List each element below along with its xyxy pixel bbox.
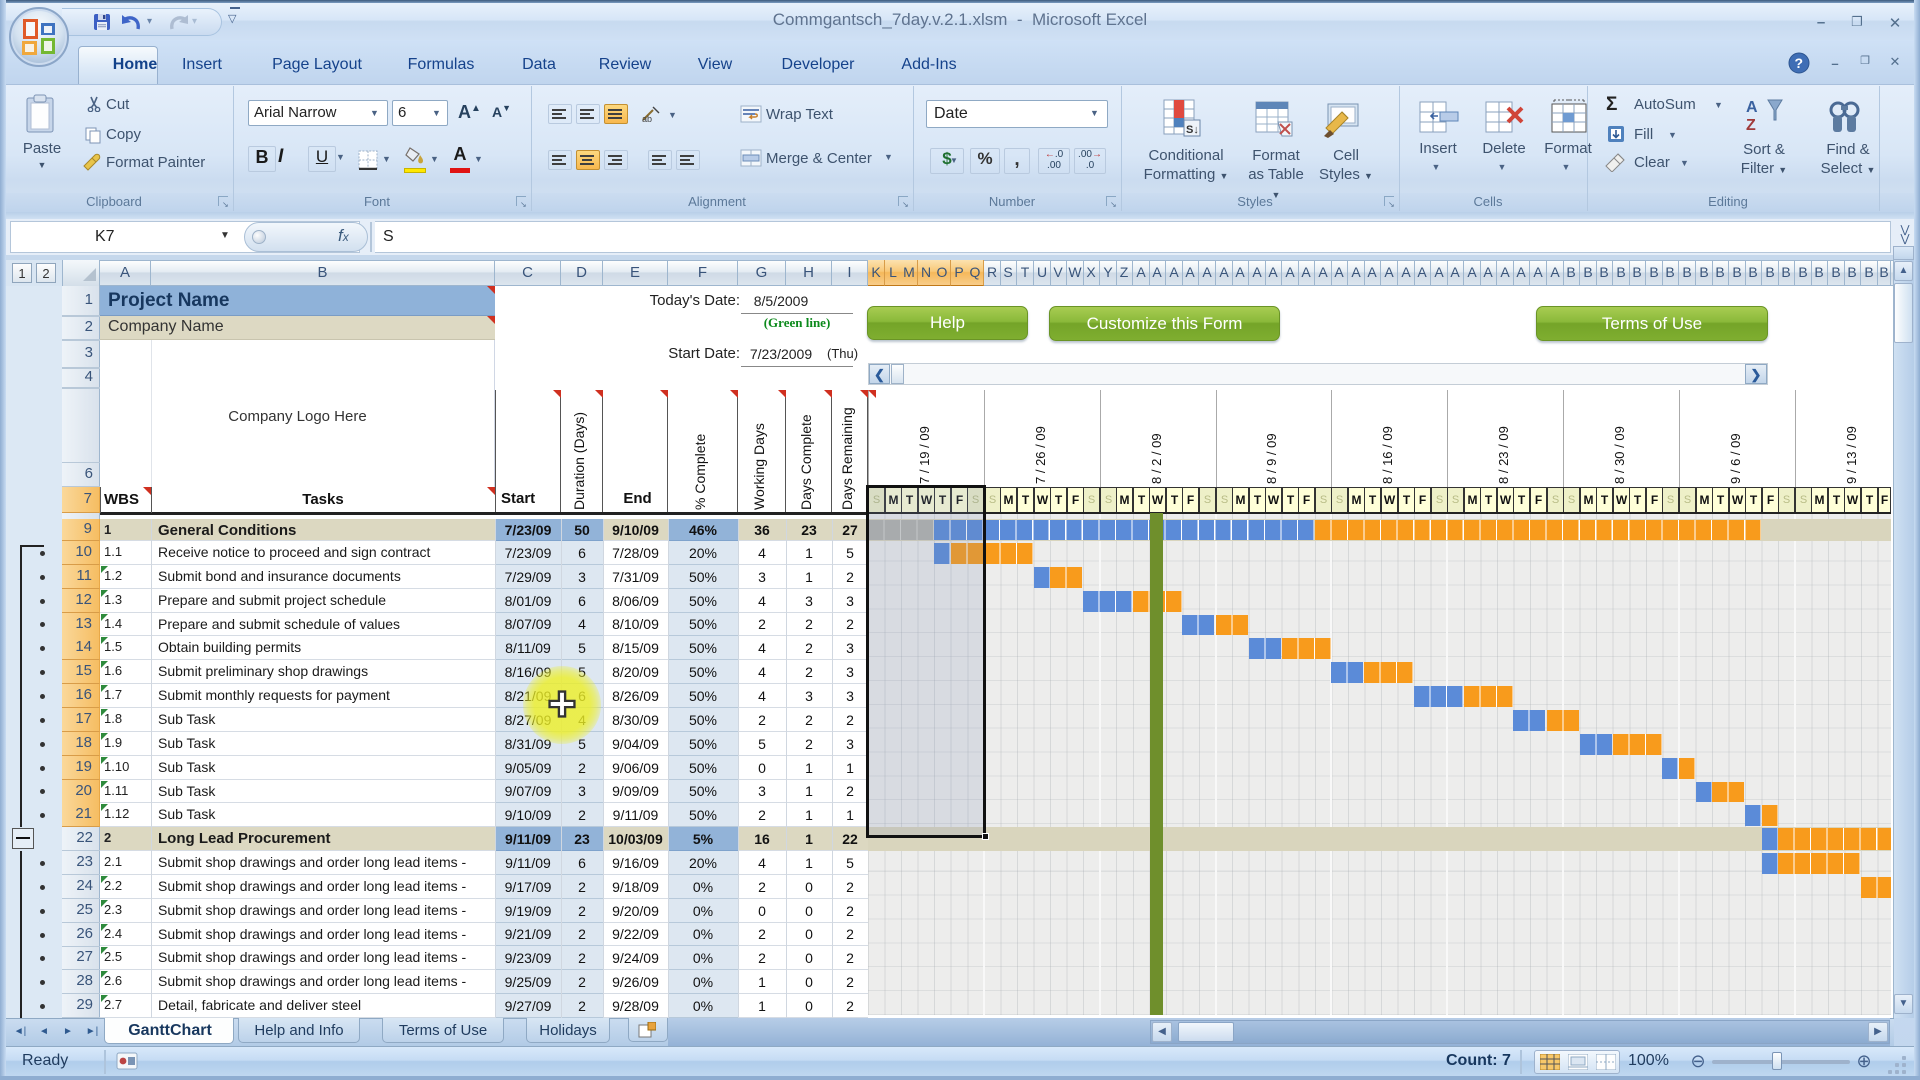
svg-text:A: A (1746, 99, 1758, 116)
svg-text:Z: Z (1746, 117, 1756, 134)
svg-text:?: ? (1795, 55, 1804, 71)
svg-text:ab: ab (642, 114, 652, 124)
svg-text:S↓: S↓ (1186, 124, 1199, 136)
